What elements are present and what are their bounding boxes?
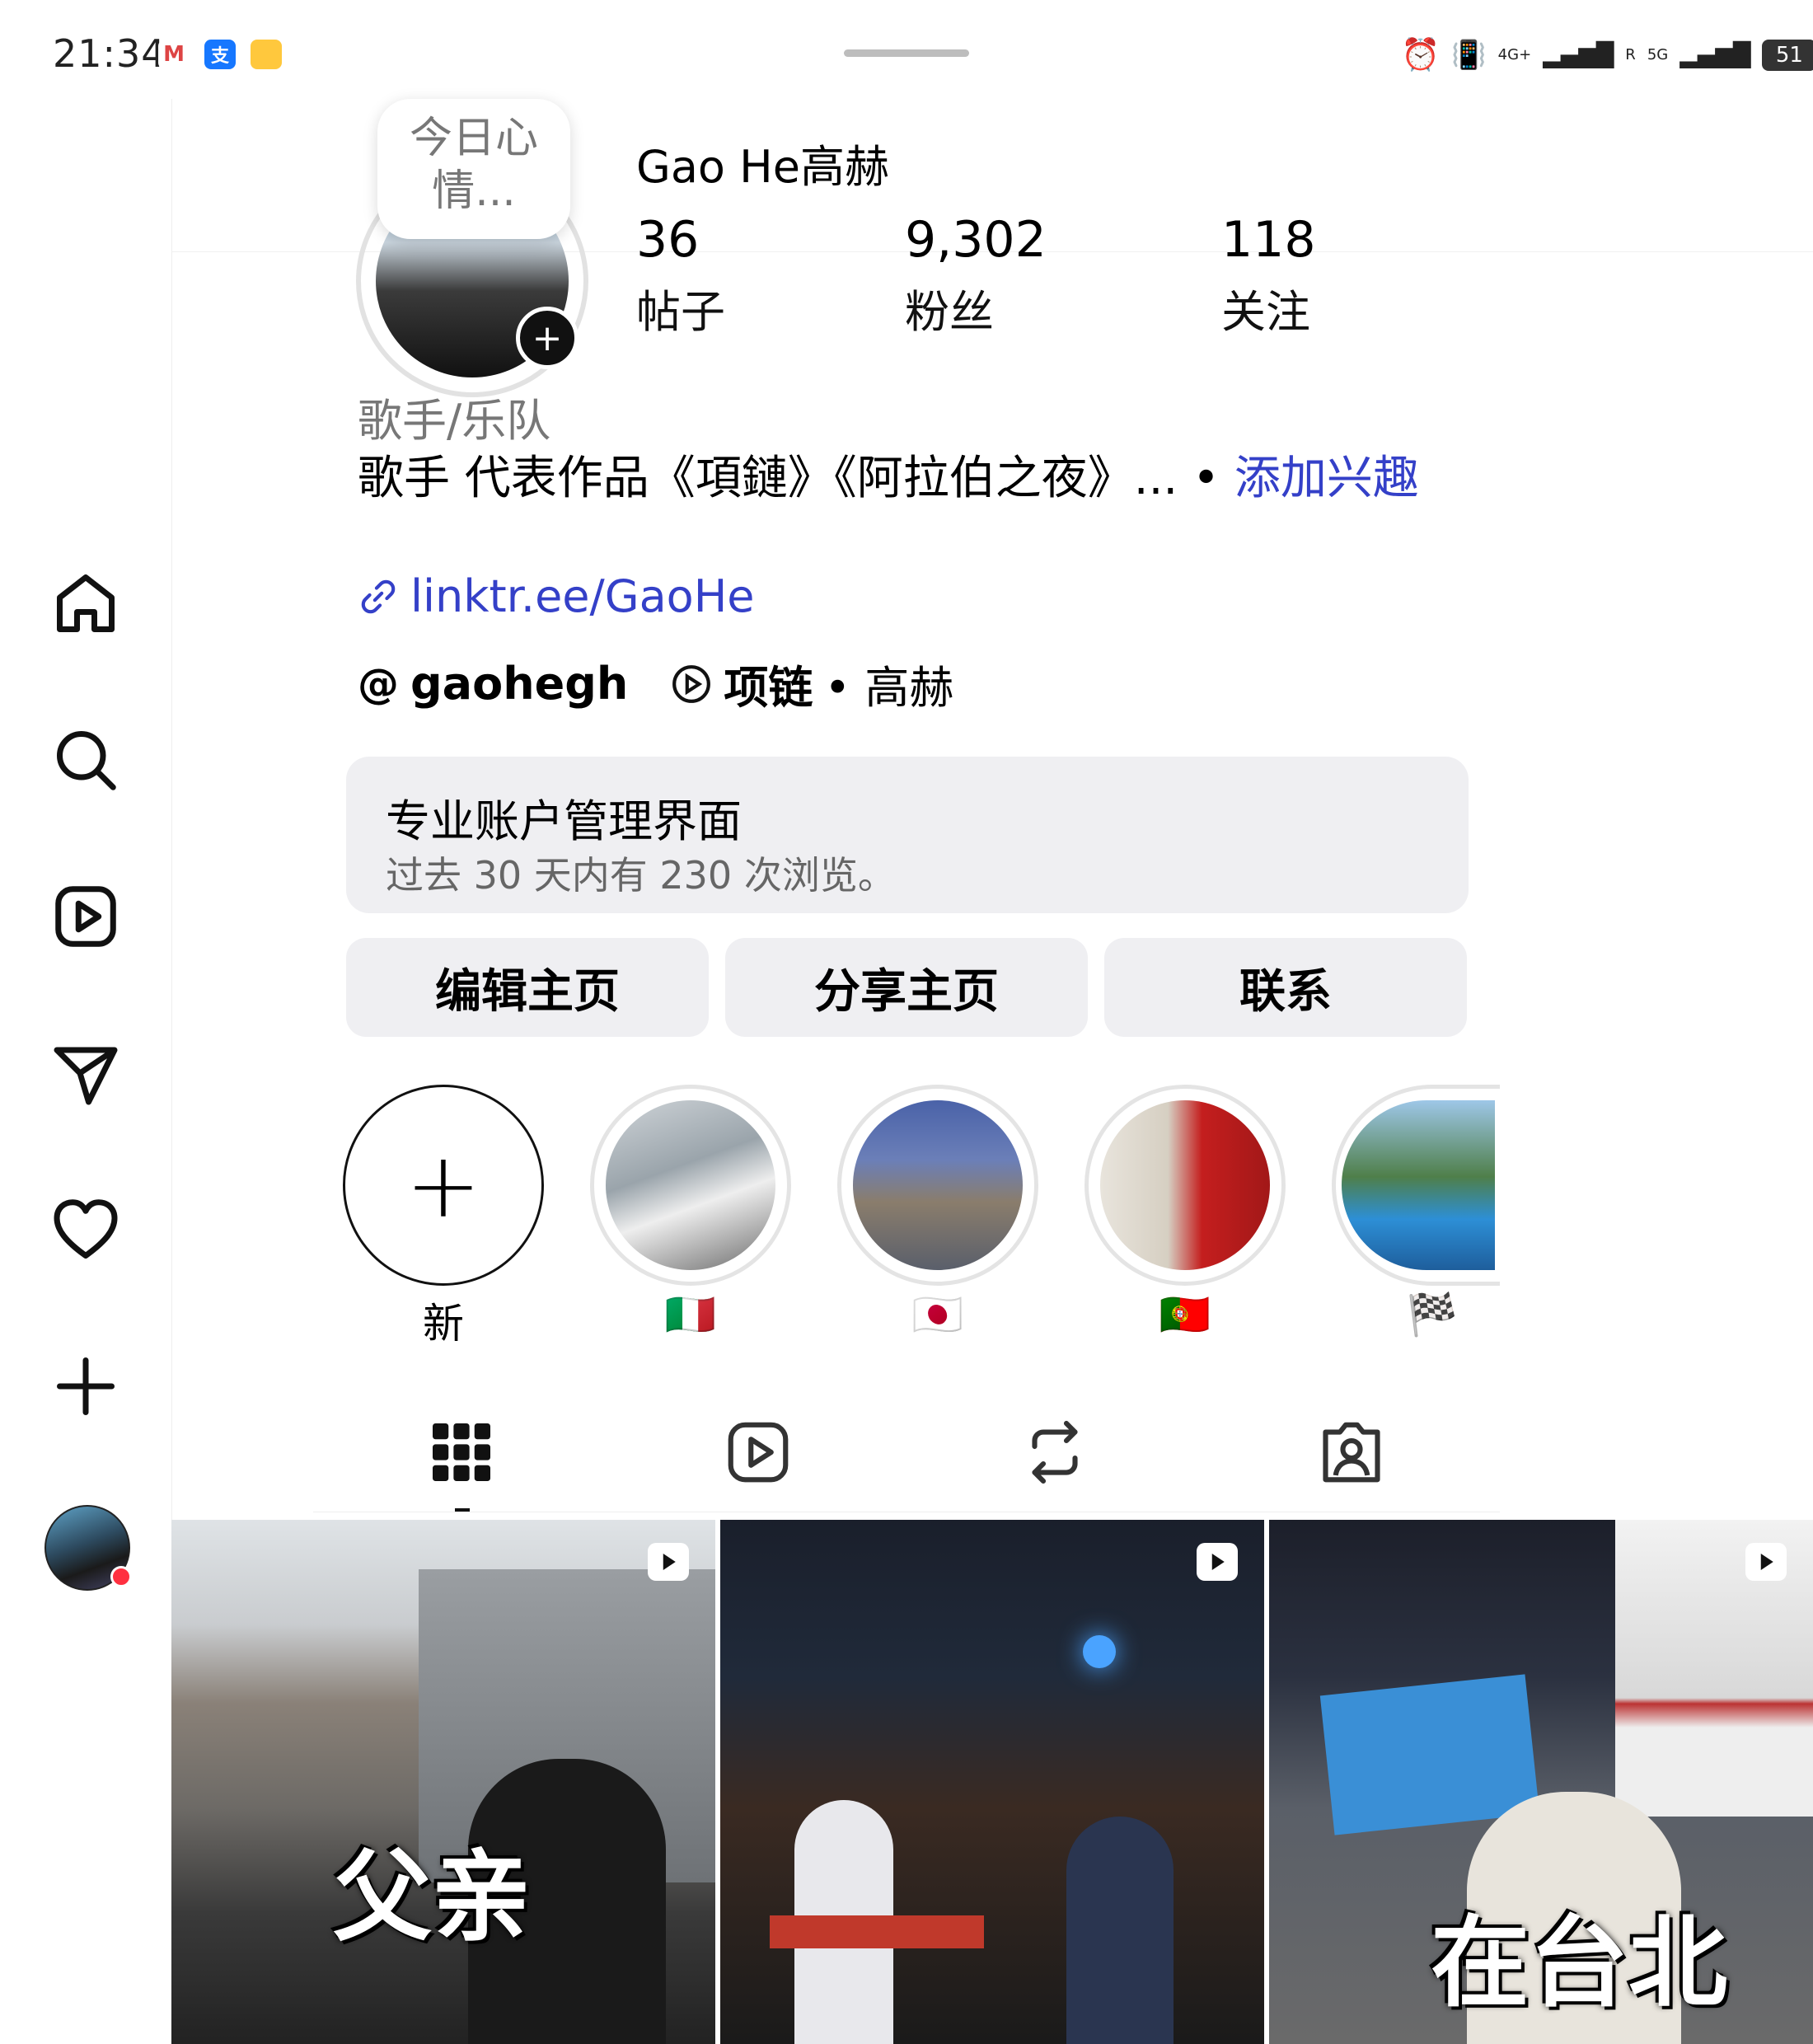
threads-handle[interactable]: gaohegh — [410, 658, 628, 710]
post-tile[interactable]: 在台北 — [1269, 1520, 1813, 2044]
music-artist: • 高赫 — [824, 662, 954, 714]
signal-icon-2: ▂▄▆█ — [1679, 41, 1751, 68]
gmail-icon: M — [158, 40, 190, 69]
highlight-label-portugal: 🇵🇹 — [1159, 1291, 1211, 1338]
reel-badge-icon — [648, 1543, 689, 1581]
highlight-italy[interactable] — [590, 1085, 791, 1286]
profile-link[interactable]: linktr.ee/GaoHe — [358, 570, 755, 622]
dashboard-subtitle: 过去 30 天内有 230 次浏览。 — [386, 853, 896, 898]
post-image-stage-light — [1083, 1635, 1116, 1668]
tab-reels[interactable] — [717, 1411, 799, 1493]
highlight-image — [853, 1100, 1023, 1270]
signal-icon: ▂▄▆█ — [1543, 41, 1614, 68]
highlight-image — [1341, 1100, 1495, 1270]
post-tile[interactable]: 父亲 — [171, 1520, 715, 2044]
network-5g-label: 5G — [1647, 46, 1669, 63]
bio-text: 歌手 代表作品《項鏈》《阿拉伯之夜》... • — [358, 452, 1234, 505]
add-story-plus-icon[interactable]: + — [516, 307, 579, 369]
stat-followers-value: 9,302 — [905, 211, 1047, 269]
threads-music-row: @ gaohegh 项链 • 高赫 — [358, 651, 953, 716]
status-notification-icons: M 支 — [158, 40, 282, 69]
network-4g-label: 4G+ — [1497, 46, 1532, 63]
roaming-label: R — [1625, 46, 1636, 63]
reels-tab-icon — [728, 1422, 789, 1483]
tab-reposts[interactable] — [1014, 1411, 1096, 1493]
highlight-label-racing: 🏁 — [1406, 1291, 1459, 1338]
music-title[interactable]: 项链 — [724, 651, 813, 716]
alipay-icon: 支 — [204, 40, 236, 69]
highlight-label-new: 新 — [423, 1300, 464, 1348]
stat-posts-value: 36 — [636, 211, 700, 269]
window-drag-handle[interactable] — [844, 49, 969, 57]
add-interest-link[interactable]: 添加兴趣 — [1234, 452, 1419, 505]
profile-category: 歌手/乐队 — [358, 395, 551, 447]
threads-icon[interactable]: @ — [358, 660, 399, 708]
messages-icon[interactable] — [48, 1035, 124, 1111]
tagged-person-icon — [1323, 1422, 1380, 1483]
note-bubble[interactable]: 今日心情... — [377, 99, 570, 239]
post-image-neon-sign — [761, 1619, 943, 1751]
post-caption: 父亲 — [333, 1840, 531, 1955]
repost-icon — [1032, 1420, 1078, 1484]
dashboard-title: 专业账户管理界面 — [386, 795, 742, 847]
highlight-racing[interactable] — [1332, 1085, 1500, 1286]
alarm-icon: ⏰ — [1401, 36, 1441, 73]
active-tab-indicator — [455, 1508, 470, 1512]
link-text: linktr.ee/GaoHe — [410, 570, 755, 622]
highlight-label-italy: 🇮🇹 — [664, 1291, 717, 1338]
reel-badge-icon — [1197, 1543, 1238, 1581]
notes-icon — [251, 40, 282, 69]
post-image-keyboard — [770, 1915, 984, 1948]
professional-dashboard[interactable]: 专业账户管理界面 过去 30 天内有 230 次浏览。 — [346, 757, 1469, 913]
edit-profile-button[interactable]: 编辑主页 — [346, 938, 709, 1037]
tab-tagged[interactable] — [1310, 1411, 1393, 1493]
search-icon[interactable] — [48, 722, 124, 798]
new-highlight-button[interactable]: + — [343, 1085, 544, 1286]
vibrate-icon: 📳 — [1451, 38, 1487, 72]
grid-icon — [433, 1423, 490, 1481]
system-status-icons: ⏰ 📳 4G+ ▂▄▆█ R 5G ▂▄▆█ 51 — [1401, 36, 1813, 73]
notification-dot — [110, 1566, 132, 1587]
link-icon — [361, 579, 396, 613]
contact-button[interactable]: 联系 — [1104, 938, 1467, 1037]
post-caption: 在台北 — [1431, 1906, 1727, 2021]
reel-badge-icon — [1745, 1543, 1787, 1581]
create-plus-icon[interactable] — [48, 1348, 124, 1424]
post-tile[interactable] — [720, 1520, 1264, 2044]
highlight-japan[interactable] — [837, 1085, 1038, 1286]
profile-bio: 歌手 代表作品《項鏈》《阿拉伯之夜》... • 添加兴趣 — [358, 452, 1462, 506]
home-icon[interactable] — [48, 565, 124, 641]
sidebar-nav — [0, 99, 172, 2044]
highlight-label-japan: 🇯🇵 — [911, 1291, 964, 1338]
post-image-musician — [1066, 1817, 1174, 2044]
status-time: 21:34 — [53, 31, 166, 76]
reels-icon[interactable] — [48, 879, 124, 954]
stat-followers-label: 粉丝 — [905, 286, 994, 338]
profile-username: Gao He高赫 — [636, 141, 889, 193]
stat-following-value: 118 — [1221, 211, 1316, 269]
stat-posts-label: 帖子 — [636, 286, 725, 338]
battery-icon: 51 — [1762, 39, 1813, 71]
play-circle-icon — [672, 664, 711, 703]
tab-posts-grid[interactable] — [420, 1411, 503, 1493]
highlight-image — [1100, 1100, 1270, 1270]
share-profile-button[interactable]: 分享主页 — [725, 938, 1088, 1037]
highlight-image — [606, 1100, 775, 1270]
notifications-heart-icon[interactable] — [48, 1192, 124, 1268]
highlight-portugal[interactable] — [1085, 1085, 1286, 1286]
stat-following-label: 关注 — [1221, 286, 1310, 338]
